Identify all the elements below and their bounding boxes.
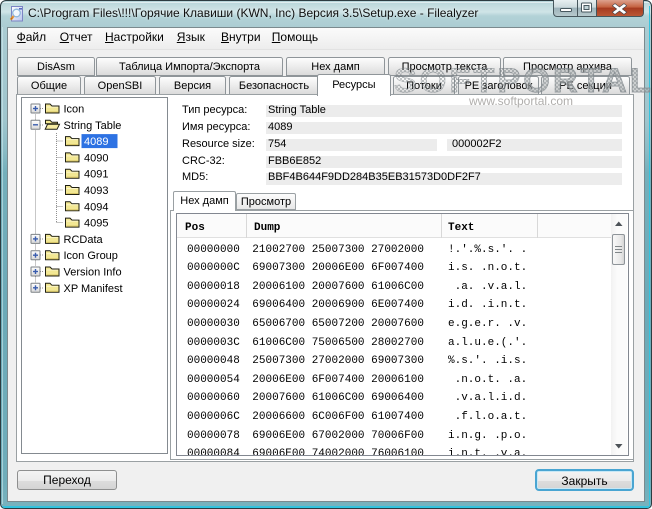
svg-text:4090: 4090 (84, 152, 108, 164)
svg-text:4091: 4091 (84, 169, 108, 181)
svg-text:XP Manifest: XP Manifest (64, 283, 123, 295)
svg-text:Icon Group: Icon Group (64, 250, 118, 262)
svg-text:4095: 4095 (84, 218, 108, 230)
svg-text:String Table: String Table (64, 120, 122, 132)
svg-text:4089: 4089 (84, 136, 108, 148)
svg-text:RCData: RCData (64, 234, 104, 246)
svg-text:4094: 4094 (84, 201, 108, 213)
svg-text:Icon: Icon (64, 104, 85, 116)
svg-text:Version Info: Version Info (64, 267, 122, 279)
svg-text:4093: 4093 (84, 185, 108, 197)
